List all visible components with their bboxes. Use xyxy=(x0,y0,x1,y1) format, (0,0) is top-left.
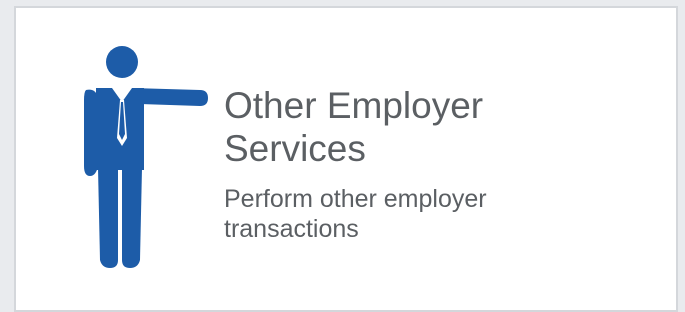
tile-description: Perform other employer transactions xyxy=(224,185,487,243)
person-pointing-icon xyxy=(84,46,208,268)
page: Other Employer Services Perform other em… xyxy=(0,0,685,312)
tile-title: Other Employer Services xyxy=(224,85,484,169)
other-employer-services-tile[interactable]: Other Employer Services Perform other em… xyxy=(14,6,678,312)
